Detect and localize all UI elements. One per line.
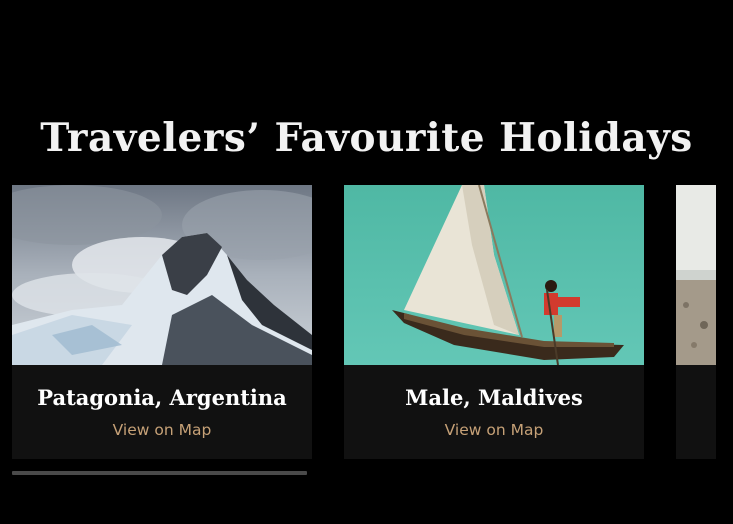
card-title: Male, Maldives [405,385,583,410]
sailboat-on-turquoise-sea-photo[interactable] [344,185,644,365]
holiday-card-partial[interactable] [676,185,716,459]
holiday-card-maldives[interactable]: Male, Maldives View on Map [344,185,644,459]
card-caption [676,365,716,459]
holiday-card-patagonia[interactable]: Patagonia, Argentina View on Map [12,185,312,459]
carousel-scrollbar[interactable] [12,471,307,475]
section-title: Travelers’ Favourite Holidays [40,115,693,162]
view-on-map-link[interactable]: View on Map [344,420,644,440]
card-caption: Patagonia, Argentina View on Map [12,365,312,459]
view-on-map-link[interactable]: View on Map [12,420,312,440]
card-caption: Male, Maldives View on Map [344,365,644,459]
card-title: Patagonia, Argentina [37,385,287,410]
beach-shore-photo[interactable] [676,185,716,365]
snowy-mountain-peak-photo[interactable] [12,185,312,365]
